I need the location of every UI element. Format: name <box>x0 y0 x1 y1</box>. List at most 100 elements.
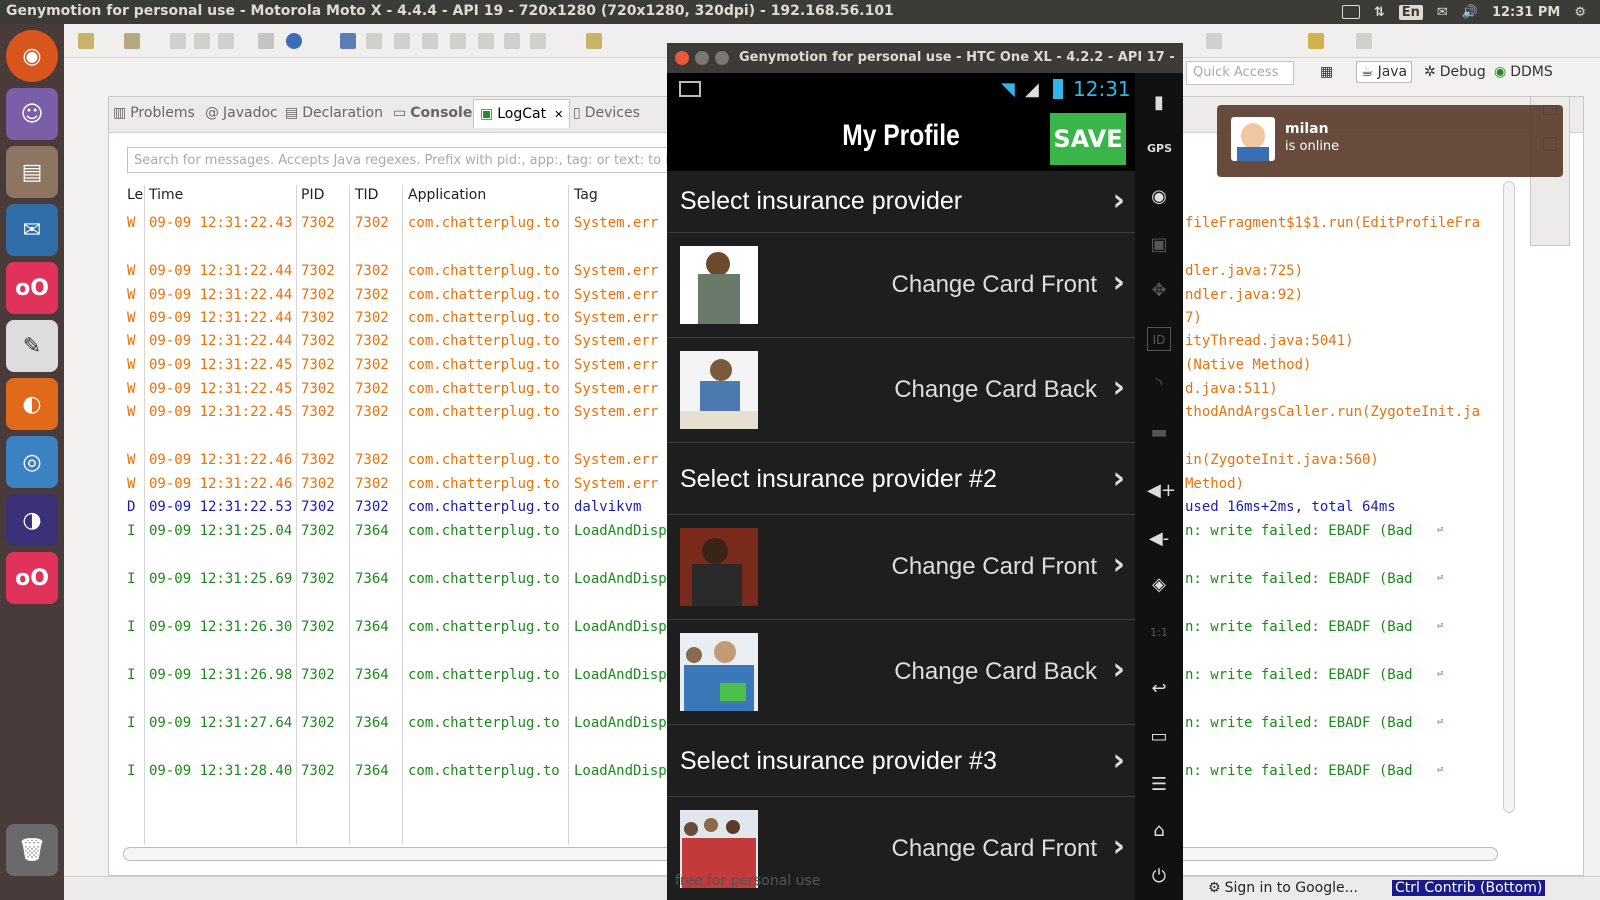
forward-icon[interactable] <box>1356 33 1372 49</box>
change-card-back-row[interactable]: Change Card Back › <box>667 620 1135 725</box>
column-header-pid[interactable]: PID <box>301 187 324 203</box>
new-icon[interactable] <box>78 33 94 49</box>
pidgin-icon[interactable]: ☺ <box>6 88 58 140</box>
remote-control-icon[interactable]: ✥ <box>1147 279 1171 303</box>
eclipse-icon[interactable]: ◑ <box>6 494 58 546</box>
close-icon[interactable] <box>675 51 689 65</box>
column-header-tag[interactable]: Tag <box>574 187 598 203</box>
tab-logcat[interactable]: ▣ LogCat ✕ <box>473 99 571 128</box>
cell-app: com.chatterplug.to <box>408 499 560 515</box>
skip-breakpoints-icon[interactable] <box>340 33 356 49</box>
terminate-icon[interactable] <box>422 33 438 49</box>
step-return-icon[interactable] <box>530 33 546 49</box>
screencast-icon[interactable]: ▣ <box>1147 233 1171 257</box>
android-screen: ◥ ◢ 12:31 My Profile SAVE Select insuran… <box>667 73 1135 900</box>
cell-level: W <box>127 476 136 492</box>
resume-icon[interactable] <box>366 33 382 49</box>
gps-icon[interactable]: GPS <box>1147 137 1172 161</box>
recent-apps-icon[interactable]: ▭ <box>1147 725 1171 749</box>
chromium-icon[interactable]: ◎ <box>6 436 58 488</box>
battery-icon[interactable] <box>1341 5 1360 19</box>
cell-app: com.chatterplug.to <box>408 381 560 397</box>
text-editor-icon[interactable]: ✎ <box>6 320 58 372</box>
insurance-provider-row[interactable]: Select insurance provider › <box>667 171 1135 233</box>
network-icon[interactable]: ◝ <box>1147 373 1171 397</box>
network-icon[interactable]: ⇅ <box>1374 5 1385 20</box>
tab-devices[interactable]: ▯ Devices <box>573 105 640 121</box>
tab-declaration[interactable]: ▤ Declaration <box>285 105 383 121</box>
home-icon[interactable]: ⌂ <box>1147 819 1171 843</box>
scale-icon[interactable]: 1:1 <box>1147 621 1171 645</box>
perspective-ddms[interactable]: ◉ DDMS <box>1494 64 1553 80</box>
volume-up-icon[interactable]: ◀+ <box>1147 479 1176 503</box>
save-button[interactable]: SAVE <box>1050 113 1126 165</box>
wifi-icon: ◥ <box>1001 79 1015 100</box>
back-icon[interactable] <box>1308 33 1324 49</box>
column-header-application[interactable]: Application <box>408 187 486 203</box>
tab-console[interactable]: ▭ Console <box>393 105 472 121</box>
insurance-provider-row[interactable]: Select insurance provider #3 › <box>667 725 1135 797</box>
change-card-back-row[interactable]: Change Card Back › <box>667 338 1135 443</box>
change-card-front-row[interactable]: Change Card Front › <box>667 233 1135 338</box>
perspective-java[interactable]: ☕ Java <box>1356 61 1413 83</box>
cell-pid: 7302 <box>301 499 335 515</box>
quick-access-input[interactable]: Quick Access <box>1186 61 1294 85</box>
trash-icon[interactable]: 🗑 <box>6 824 58 876</box>
back-icon[interactable]: ↩ <box>1147 677 1171 701</box>
tab-javadoc[interactable]: @ Javadoc <box>205 105 278 121</box>
globe-icon[interactable] <box>286 33 302 49</box>
insurance-provider-row[interactable]: Select insurance provider #2 › <box>667 443 1135 515</box>
close-icon[interactable]: ✕ <box>554 108 563 121</box>
debug-run-icon[interactable] <box>1206 33 1222 49</box>
use-step-filters-icon[interactable] <box>586 33 602 49</box>
cell-tid: 7364 <box>355 523 389 539</box>
logcat-search-input[interactable]: Search for messages. Accepts Java regexe… <box>127 147 687 173</box>
firefox-icon[interactable]: ◐ <box>6 378 58 430</box>
cell-msg: n: write failed: EBADF (Bad <box>1185 667 1413 683</box>
disconnect-icon[interactable] <box>450 33 466 49</box>
ubuntu-dash-icon[interactable]: ◉ <box>6 30 58 82</box>
cell-tid: 7364 <box>355 763 389 779</box>
print-icon[interactable] <box>218 33 234 49</box>
vertical-scrollbar[interactable] <box>1503 181 1515 813</box>
thunderbird-icon[interactable]: ✉ <box>6 204 58 256</box>
open-perspective-icon[interactable]: ▦ <box>1320 64 1333 80</box>
volume-icon[interactable]: 🔊 <box>1462 5 1478 20</box>
tab-problems[interactable]: ▥ Problems <box>113 105 195 121</box>
rotate-icon[interactable]: ◈ <box>1147 573 1171 597</box>
genymotion-icon[interactable]: oO <box>6 552 58 604</box>
volume-down-icon[interactable]: ◀- <box>1147 527 1171 551</box>
minimize-icon[interactable] <box>695 51 709 65</box>
chevron-right-icon: › <box>1112 547 1125 582</box>
cell-tid: 7302 <box>355 452 389 468</box>
column-header-level[interactable]: Le <box>127 187 143 203</box>
keyboard-layout[interactable]: En <box>1398 4 1423 20</box>
suspend-icon[interactable] <box>394 33 410 49</box>
perspective-debug[interactable]: ✲ Debug <box>1424 64 1486 80</box>
files-icon[interactable]: ▤ <box>6 146 58 198</box>
sign-in-link[interactable]: ⚙ Sign in to Google... <box>1208 880 1358 896</box>
new-wizard-icon[interactable] <box>124 33 140 49</box>
sdk-manager-icon[interactable] <box>258 33 274 49</box>
column-header-tid[interactable]: TID <box>355 187 378 203</box>
mail-icon[interactable]: ✉ <box>1437 5 1448 20</box>
battery-widget-icon[interactable]: ▮ <box>1147 91 1171 115</box>
maximize-icon[interactable] <box>715 51 729 65</box>
step-into-icon[interactable] <box>478 33 494 49</box>
save-icon[interactable] <box>170 33 186 49</box>
flickr-icon[interactable]: oO <box>6 262 58 314</box>
sms-icon[interactable]: ▬ <box>1147 421 1171 445</box>
power-icon[interactable]: ⏻ <box>1147 865 1171 889</box>
clock[interactable]: 12:31 PM <box>1492 5 1560 20</box>
webcam-icon[interactable]: ◉ <box>1147 185 1171 209</box>
gear-icon[interactable]: ⚙ <box>1574 5 1586 20</box>
step-over-icon[interactable] <box>504 33 520 49</box>
change-card-front-row[interactable]: Change Card Front › <box>667 515 1135 620</box>
cell-level: D <box>127 499 136 515</box>
save-all-icon[interactable] <box>194 33 210 49</box>
cell-level: I <box>127 523 136 539</box>
id-icon[interactable]: ID <box>1147 327 1171 351</box>
menu-icon[interactable]: ☰ <box>1147 773 1171 797</box>
column-header-time[interactable]: Time <box>149 187 183 203</box>
system-tray: ⇅ En ✉ 🔊 12:31 PM ⚙ <box>1341 0 1600 24</box>
